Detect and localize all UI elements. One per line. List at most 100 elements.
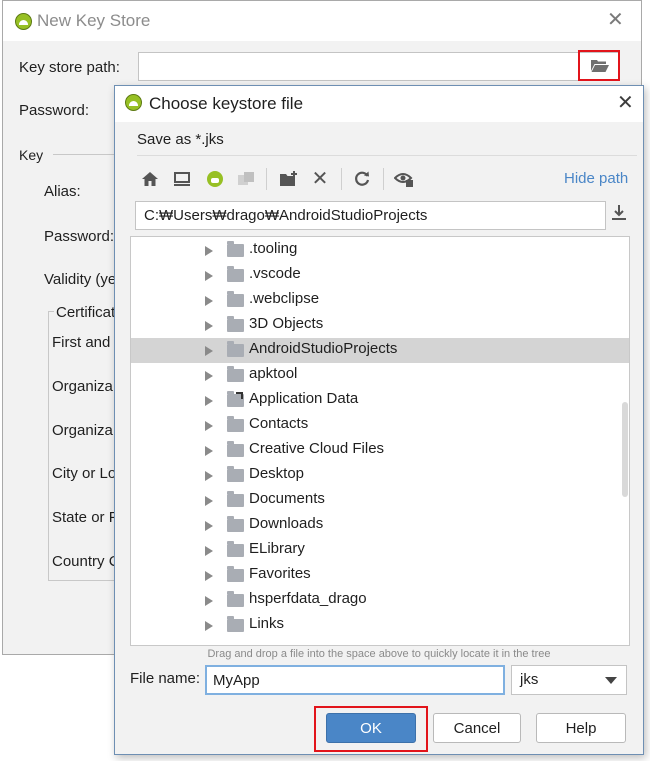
folder-icon [227, 491, 244, 507]
tree-row-label: .tooling [249, 240, 298, 257]
expand-arrow-icon[interactable] [205, 546, 213, 556]
tree-row[interactable]: Downloads [131, 513, 629, 538]
tree-row[interactable]: Links [131, 613, 629, 638]
tree-row[interactable]: .tooling [131, 238, 629, 263]
tree-row-label: hsperfdata_drago [249, 590, 367, 607]
bg-dialog-title: New Key Store [37, 11, 151, 30]
key-store-path-label: Key store path: [19, 59, 120, 76]
path-field[interactable]: C:₩Users₩drago₩AndroidStudioProjects [135, 201, 606, 230]
tree-row-label: .vscode [249, 265, 301, 282]
project-icon[interactable] [204, 168, 226, 190]
org-unit-label: Organiza [52, 378, 113, 395]
expand-arrow-icon[interactable] [205, 396, 213, 406]
toolbar-separator [341, 168, 342, 190]
expand-arrow-icon[interactable] [205, 321, 213, 331]
tree-row[interactable]: Desktop [131, 463, 629, 488]
folder-icon [227, 266, 244, 282]
choose-keystore-dialog: Choose keystore file ✕ Save as *.jks ✕ H… [114, 85, 644, 755]
certificate-label: Certificat [54, 304, 118, 321]
folder-icon [227, 616, 244, 632]
file-name-input[interactable] [205, 665, 505, 695]
file-name-label: File name: [130, 670, 201, 687]
expand-arrow-icon[interactable] [205, 521, 213, 531]
expand-arrow-icon[interactable] [205, 346, 213, 356]
tree-row-label: 3D Objects [249, 315, 324, 332]
tree-row-label: apktool [249, 365, 298, 382]
key-section-divider [53, 154, 123, 155]
hide-path-link[interactable]: Hide path [564, 170, 628, 187]
tree-row-label: Downloads [249, 515, 324, 532]
toolbar-separator [383, 168, 384, 190]
expand-arrow-icon[interactable] [205, 271, 213, 281]
tree-row-label: Contacts [249, 415, 309, 432]
module-icon [235, 168, 257, 190]
chooser-title-bar: Choose keystore file ✕ [115, 86, 643, 122]
expand-arrow-icon[interactable] [205, 296, 213, 306]
tree-row[interactable]: AndroidStudioProjects [131, 338, 629, 363]
tree-row-label: AndroidStudioProjects [249, 340, 398, 357]
tree-row-label: ELibrary [249, 540, 305, 557]
tree-scrollbar[interactable] [622, 402, 628, 497]
folder-icon [227, 566, 244, 582]
header-divider [137, 155, 637, 156]
expand-arrow-icon[interactable] [205, 446, 213, 456]
file-tree[interactable]: .tooling .vscode .webclipse 3D Objects Andro… [130, 236, 630, 646]
expand-arrow-icon[interactable] [205, 371, 213, 381]
folder-icon [227, 591, 244, 607]
folder-icon [227, 316, 244, 332]
tree-row[interactable]: Creative Cloud Files [131, 438, 629, 463]
android-studio-icon [15, 13, 32, 30]
bg-close-icon[interactable]: ✕ [607, 7, 624, 32]
bg-title-bar: New Key Store ✕ [3, 1, 641, 41]
tree-row-label: Documents [249, 490, 325, 507]
chooser-close-icon[interactable]: ✕ [617, 90, 634, 115]
delete-icon[interactable]: ✕ [309, 168, 331, 190]
tree-row[interactable]: Documents [131, 488, 629, 513]
state-label: State or P [52, 509, 118, 526]
folder-icon [227, 241, 244, 257]
expand-arrow-icon[interactable] [205, 496, 213, 506]
home-icon[interactable] [139, 168, 161, 190]
expand-arrow-icon[interactable] [205, 471, 213, 481]
android-studio-icon [125, 94, 142, 111]
expand-arrow-icon[interactable] [205, 571, 213, 581]
folder-icon [227, 466, 244, 482]
tree-row[interactable]: .vscode [131, 263, 629, 288]
folder-icon [227, 516, 244, 532]
tree-row[interactable]: apktool [131, 363, 629, 388]
key-store-path-input[interactable] [138, 52, 620, 81]
cancel-button[interactable]: Cancel [433, 713, 521, 743]
chooser-title: Choose keystore file [149, 94, 304, 113]
folder-shortcut-icon [227, 391, 244, 407]
download-icon[interactable] [611, 204, 627, 227]
city-label: City or Lo [52, 465, 117, 482]
tree-row[interactable]: Application Data [131, 388, 629, 413]
tree-row[interactable]: .webclipse [131, 288, 629, 313]
folder-icon [227, 416, 244, 432]
help-button[interactable]: Help [536, 713, 626, 743]
tree-row[interactable]: Contacts [131, 413, 629, 438]
organization-label: Organiza [52, 422, 113, 439]
drag-drop-hint: Drag and drop a file into the space abov… [207, 648, 551, 660]
new-folder-icon[interactable] [278, 168, 300, 190]
password-label: Password: [19, 102, 90, 119]
tree-row[interactable]: ELibrary [131, 538, 629, 563]
show-hidden-files-icon[interactable] [393, 168, 415, 190]
refresh-icon[interactable] [351, 168, 373, 190]
tree-row[interactable]: Favorites [131, 563, 629, 588]
expand-arrow-icon[interactable] [205, 596, 213, 606]
expand-arrow-icon[interactable] [205, 421, 213, 431]
tree-row[interactable]: 3D Objects [131, 313, 629, 338]
tree-row-label: Application Data [249, 390, 359, 407]
expand-arrow-icon[interactable] [205, 246, 213, 256]
desktop-icon[interactable] [171, 168, 193, 190]
validity-label: Validity (ye [44, 271, 116, 288]
key-section-label: Key [19, 147, 44, 163]
tree-row[interactable]: hsperfdata_drago [131, 588, 629, 613]
key-password-label: Password: [44, 228, 115, 245]
expand-arrow-icon[interactable] [205, 621, 213, 631]
open-folder-icon [591, 60, 609, 72]
ok-button[interactable]: OK [326, 713, 416, 743]
folder-icon [227, 291, 244, 307]
tree-row-label: Favorites [249, 565, 311, 582]
